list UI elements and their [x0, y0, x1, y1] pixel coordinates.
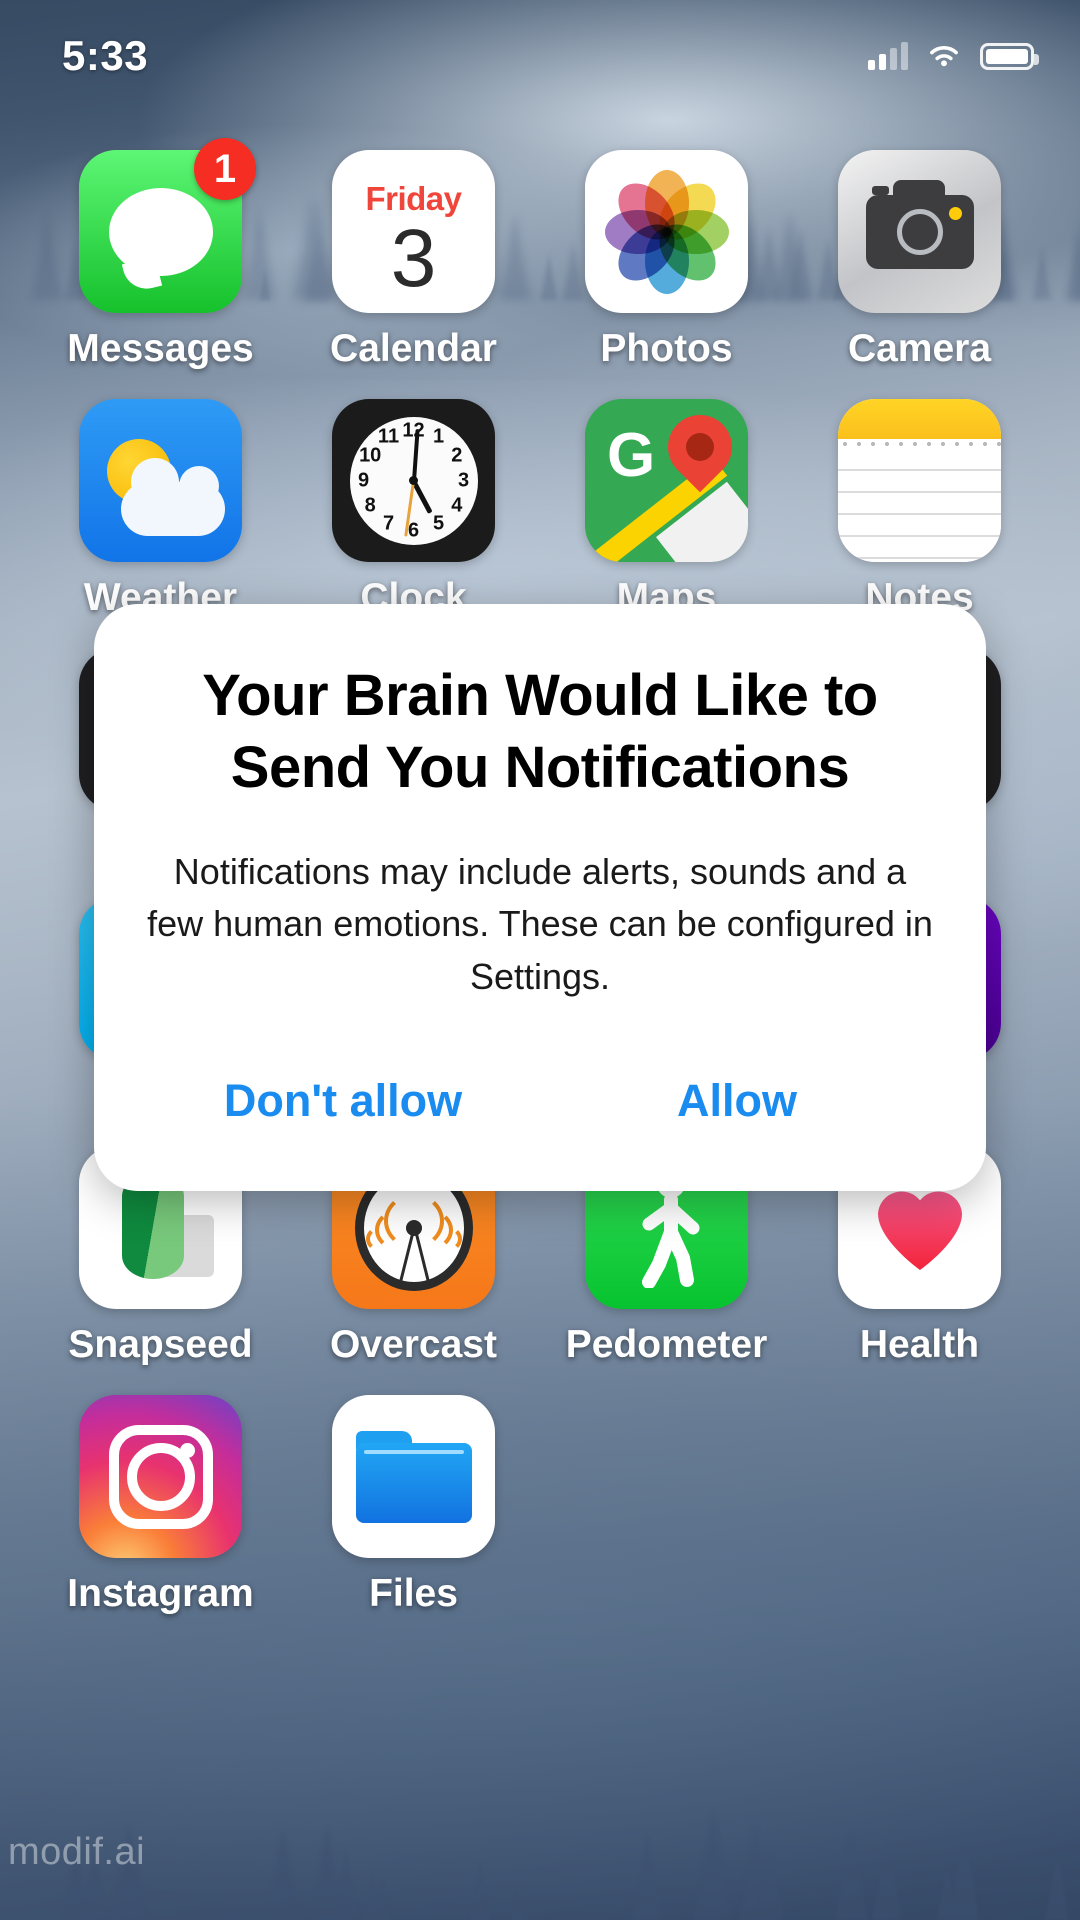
dialog-title: Your Brain Would Like to Send You Notifi…	[202, 663, 878, 800]
clock-face-glyph: 1 2 3 4 5 6 7 8 9 10 11 12	[349, 416, 478, 545]
dont-allow-button[interactable]: Don't allow	[146, 1065, 540, 1137]
cellular-signal-icon	[868, 42, 908, 70]
app-label-overcast: Overcast	[330, 1323, 497, 1366]
clock-numeral: 7	[382, 512, 395, 535]
google-maps-icon[interactable]: G	[585, 399, 748, 562]
iphone-home-screen: 5:33 1 Messages Friday 3 Calendar Photos…	[0, 0, 1080, 1920]
clock-numeral: 12	[402, 419, 425, 441]
tree-silhouette	[1044, 1851, 1070, 1920]
files-folder-icon[interactable]	[332, 1395, 495, 1558]
app-icon-instagram[interactable]: Instagram	[34, 1395, 287, 1616]
app-icon-files[interactable]: Files	[287, 1395, 540, 1616]
tree-silhouette	[952, 1844, 980, 1920]
map-pin-glyph	[654, 401, 746, 493]
notes-header-glyph	[838, 399, 1001, 439]
app-icon-messages[interactable]: 1 Messages	[34, 138, 287, 371]
tree-silhouette	[738, 1823, 774, 1920]
battery-full-icon	[980, 42, 1039, 70]
tree-silhouette	[309, 1825, 344, 1920]
antenna-wave-glyph	[377, 1191, 444, 1250]
dialog-actions: Don't allow Allow	[146, 1065, 934, 1191]
allow-button[interactable]: Allow	[540, 1065, 934, 1137]
wifi-icon	[930, 46, 958, 67]
calendar-weekday: Friday	[365, 179, 462, 217]
google-g-glyph: G	[607, 421, 656, 490]
tree-silhouette	[510, 1884, 523, 1920]
clock-numeral: 5	[432, 512, 445, 535]
calendar-date: 3	[390, 212, 437, 304]
app-icon-calendar[interactable]: Friday 3 Calendar	[287, 150, 540, 371]
app-label-photos: Photos	[600, 327, 733, 370]
status-bar-indicators	[868, 42, 1039, 70]
clock-numeral: 3	[457, 469, 470, 491]
instagram-camera-glyph	[108, 1424, 213, 1529]
app-label-messages: Messages	[67, 327, 254, 370]
tree-silhouette	[693, 1810, 732, 1920]
clock-numeral: 11	[377, 425, 400, 448]
dialog-message: Notifications may include alerts, sounds…	[147, 850, 933, 997]
camera-body-glyph	[865, 179, 974, 269]
tree-silhouette	[375, 1877, 391, 1920]
tree-silhouette	[333, 1848, 359, 1920]
tree-silhouette	[78, 1879, 94, 1920]
notes-icon[interactable]	[838, 399, 1001, 562]
app-label-instagram: Instagram	[67, 1572, 254, 1615]
message-bubble-glyph	[108, 187, 213, 276]
folder-body-glyph	[355, 1442, 472, 1523]
status-bar-time: 5:33	[62, 32, 149, 79]
app-icon-clock[interactable]: 1 2 3 4 5 6 7 8 9 10 11 12 Clock	[287, 399, 540, 620]
app-label-pedometer: Pedometer	[565, 1323, 768, 1366]
clock-numeral: 1	[432, 425, 445, 448]
app-label-calendar: Calendar	[330, 327, 497, 370]
status-bar: 5:33	[0, 0, 1080, 96]
tree-silhouette	[363, 1874, 381, 1920]
clock-numeral: 4	[451, 494, 463, 516]
cloud-glyph	[121, 458, 225, 536]
clock-icon[interactable]: 1 2 3 4 5 6 7 8 9 10 11 12	[332, 399, 495, 562]
camera-lens-glyph	[896, 208, 943, 255]
clock-center-pin	[409, 476, 418, 485]
camera-icon[interactable]	[838, 150, 1001, 313]
tree-silhouette	[947, 1833, 979, 1920]
app-label-files: Files	[369, 1572, 458, 1615]
tree-silhouette	[936, 1863, 957, 1920]
folder-glyph	[355, 1430, 472, 1523]
weather-icon[interactable]	[79, 399, 242, 562]
calendar-icon[interactable]: Friday 3	[332, 150, 495, 313]
instagram-icon[interactable]	[79, 1395, 242, 1558]
tree-silhouette	[755, 1843, 784, 1920]
clock-numeral: 9	[357, 469, 370, 491]
app-icon-maps[interactable]: G Maps	[540, 399, 793, 620]
tree-silhouette	[872, 1835, 903, 1920]
notification-permission-dialog: Your Brain Would Like to Send You Notifi…	[94, 604, 986, 1192]
instagram-dot-glyph	[179, 1442, 195, 1458]
tree-silhouette	[834, 1827, 868, 1920]
app-label-camera: Camera	[847, 327, 992, 370]
tree-silhouette	[631, 1834, 663, 1920]
messages-badge: 1	[194, 138, 256, 200]
tree-silhouette	[696, 1840, 725, 1920]
tree-silhouette	[267, 1828, 300, 1920]
notes-perforation-glyph	[838, 439, 1001, 449]
heart-glyph	[877, 1191, 962, 1270]
tree-silhouette	[84, 1866, 104, 1920]
app-icon-weather[interactable]: Weather	[34, 399, 287, 620]
clock-numeral: 6	[407, 519, 420, 541]
tree-silhouette	[472, 1887, 485, 1920]
tree-silhouette	[469, 1860, 491, 1920]
app-label-snapseed: Snapseed	[68, 1323, 253, 1366]
tree-silhouette	[371, 1885, 384, 1920]
photos-pinwheel-glyph	[604, 169, 729, 294]
app-icon-notes[interactable]: Notes	[793, 399, 1046, 620]
app-label-health: Health	[859, 1323, 980, 1366]
clock-numeral: 8	[364, 494, 376, 516]
app-icon-camera[interactable]: Camera	[793, 150, 1046, 371]
photos-icon[interactable]	[585, 150, 748, 313]
camera-flash-dot	[948, 206, 962, 220]
clock-numeral: 2	[451, 444, 463, 466]
app-icon-photos[interactable]: Photos	[540, 150, 793, 371]
watermark: modif.ai	[8, 1831, 146, 1873]
wallpaper-trees-near	[0, 1620, 1080, 1920]
notes-lines-glyph	[838, 449, 1001, 562]
